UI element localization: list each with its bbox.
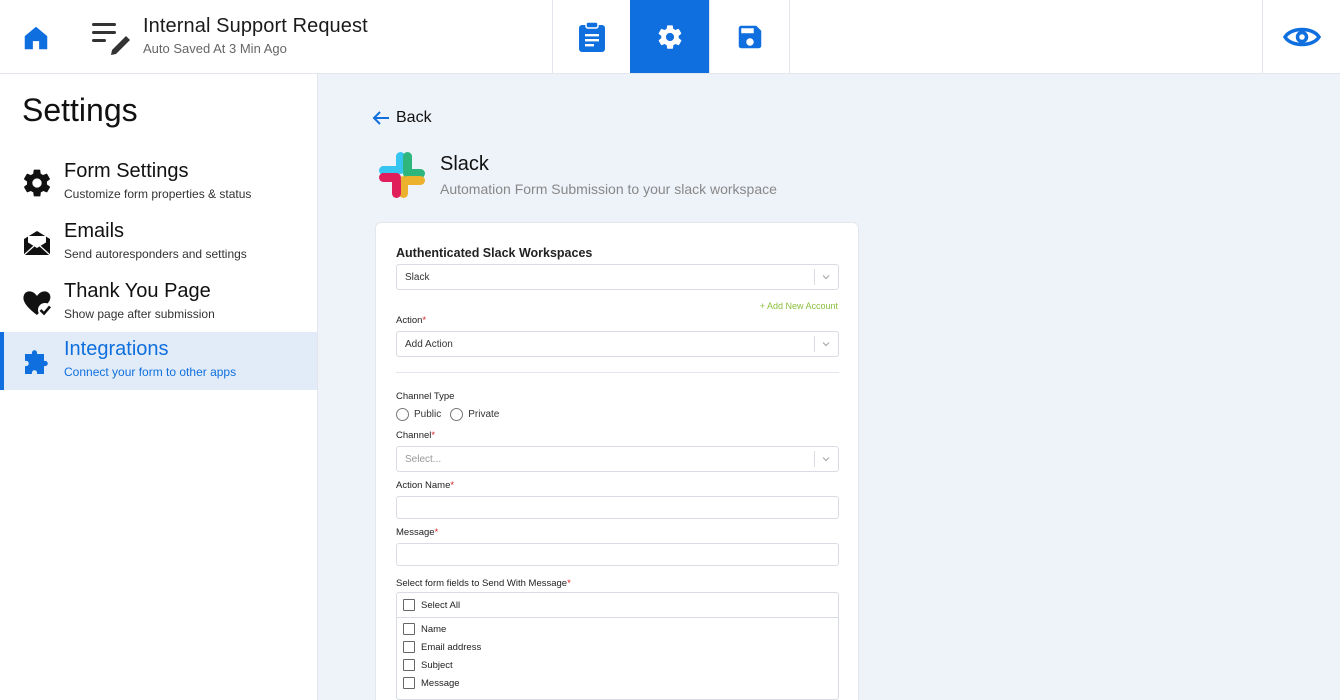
sidebar-title: Settings xyxy=(22,92,138,128)
field-checkbox-name[interactable]: Name xyxy=(403,623,446,635)
sidebar-item-label: Form Settings xyxy=(64,160,189,182)
channel-label: Channel* xyxy=(396,430,436,441)
integration-name: Slack xyxy=(440,153,489,175)
channel-type-label: Channel Type xyxy=(396,391,455,402)
back-link[interactable]: Back xyxy=(372,109,432,127)
back-label: Back xyxy=(396,109,432,126)
action-label: Action* xyxy=(396,315,427,326)
top-bar: Internal Support Request Auto Saved At 3… xyxy=(0,0,1340,74)
sidebar-item-emails[interactable]: Emails Send autoresponders and settings xyxy=(0,214,317,272)
sidebar-item-label: Integrations xyxy=(64,338,169,360)
slack-logo-icon xyxy=(379,152,425,198)
gear-icon xyxy=(23,169,51,197)
heart-check-icon xyxy=(23,291,52,317)
chevron-down-icon xyxy=(822,457,830,462)
field-checkbox-email[interactable]: Email address xyxy=(403,641,481,653)
sidebar-item-thank-you[interactable]: Thank You Page Show page after submissio… xyxy=(0,274,317,332)
form-edit-icon xyxy=(92,23,130,55)
action-name-input[interactable] xyxy=(396,496,839,519)
radio-private[interactable]: Private xyxy=(450,408,499,421)
channel-placeholder: Select... xyxy=(405,454,442,465)
eye-icon xyxy=(1282,27,1321,46)
divider xyxy=(396,372,839,373)
radio-public[interactable]: Public xyxy=(396,408,441,421)
integration-description: Automation Form Submission to your slack… xyxy=(440,181,777,197)
chevron-down-icon xyxy=(822,342,830,347)
tab-settings[interactable] xyxy=(630,0,709,73)
tab-form-builder[interactable] xyxy=(552,0,631,73)
workspace-value: Slack xyxy=(405,272,430,283)
field-checkbox-message[interactable]: Message xyxy=(403,677,460,689)
action-value: Add Action xyxy=(405,339,453,350)
slack-config-card: Authenticated Slack Workspaces Slack + A… xyxy=(375,222,859,700)
sidebar-item-sub: Send autoresponders and settings xyxy=(64,247,247,261)
sidebar-item-sub: Customize form properties & status xyxy=(64,187,252,201)
message-input[interactable] xyxy=(396,543,839,566)
sidebar-item-sub: Connect your form to other apps xyxy=(64,365,237,379)
form-title: Internal Support Request xyxy=(143,15,368,37)
channel-select[interactable]: Select... xyxy=(396,446,839,472)
sidebar-item-label: Emails xyxy=(64,220,125,242)
preview-button[interactable] xyxy=(1262,0,1340,73)
gear-icon xyxy=(658,24,681,49)
mail-icon xyxy=(23,231,51,256)
select-all-checkbox[interactable]: Select All xyxy=(403,599,460,611)
clipboard-icon xyxy=(579,20,605,52)
home-icon xyxy=(24,26,48,50)
autosave-status: Auto Saved At 3 Min Ago xyxy=(143,41,287,56)
workspace-select[interactable]: Slack xyxy=(396,264,839,290)
channel-type-radios: Public Private xyxy=(396,408,508,421)
settings-sidebar: Settings Form Settings Customize form pr… xyxy=(0,74,318,700)
home-button[interactable] xyxy=(18,20,54,56)
action-name-label: Action Name* xyxy=(396,480,455,491)
save-icon xyxy=(738,25,761,48)
workspaces-label: Authenticated Slack Workspaces xyxy=(396,246,593,260)
sidebar-item-sub: Show page after submission xyxy=(64,307,215,321)
arrow-left-icon xyxy=(372,111,389,125)
chevron-down-icon xyxy=(822,275,830,280)
action-select[interactable]: Add Action xyxy=(396,331,839,357)
save-button[interactable] xyxy=(709,0,790,73)
fields-label: Select form fields to Send With Message* xyxy=(396,578,571,589)
sidebar-item-form-settings[interactable]: Form Settings Customize form properties … xyxy=(0,154,317,212)
sidebar-item-integrations[interactable]: Integrations Connect your form to other … xyxy=(0,332,317,390)
sidebar-item-label: Thank You Page xyxy=(64,280,211,302)
field-checkbox-subject[interactable]: Subject xyxy=(403,659,453,671)
message-label: Message* xyxy=(396,527,439,538)
puzzle-icon xyxy=(25,350,48,374)
add-new-account-link[interactable]: + Add New Account xyxy=(760,301,838,311)
form-fields-selector: Select All Name Email address Subject Me… xyxy=(396,592,839,700)
